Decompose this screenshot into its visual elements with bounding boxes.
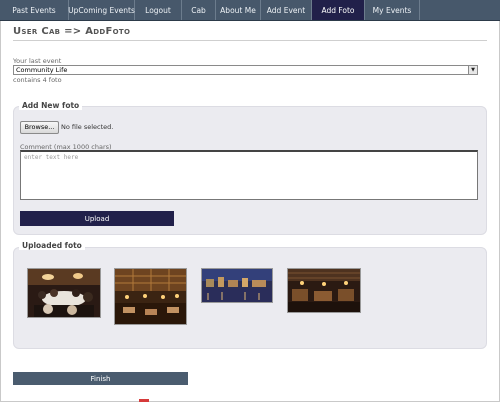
restaurant-photo-image <box>115 269 186 324</box>
nav-add-event[interactable]: Add Event <box>261 0 312 20</box>
title-divider <box>13 40 487 41</box>
comment-textarea[interactable]: enter text here <box>20 150 478 200</box>
add-photo-legend: Add New foto <box>19 101 83 110</box>
event-select-label: Your last event <box>13 57 62 65</box>
chevron-down-icon[interactable]: ▼ <box>468 66 477 74</box>
uploaded-photos-legend: Uploaded foto <box>19 241 85 250</box>
nav-add-foto[interactable]: Add Foto <box>312 0 365 20</box>
browse-button[interactable]: Browse... <box>20 121 59 134</box>
waterfront-photo-image <box>202 269 272 302</box>
dining-room-photo-image <box>288 269 360 312</box>
nav-my-events[interactable]: My Events <box>365 0 420 20</box>
event-select-value: Community Life <box>16 66 68 74</box>
banquet-photo-image <box>28 269 100 317</box>
uploaded-photo-3[interactable] <box>201 268 273 303</box>
nav-about-me[interactable]: About Me <box>216 0 261 20</box>
uploaded-photo-2[interactable] <box>114 268 187 325</box>
event-select[interactable]: Community Life ▼ <box>13 65 478 75</box>
upload-button[interactable]: Upload <box>20 211 174 226</box>
file-status: No file selected. <box>61 123 114 131</box>
top-navigation: Past Events UpComing Events Logout Cab A… <box>0 0 500 21</box>
uploaded-photo-4[interactable] <box>287 268 361 313</box>
page-title: User Cab => AddFoto <box>13 26 131 37</box>
nav-past-events[interactable]: Past Events <box>0 0 69 20</box>
nav-upcoming-events[interactable]: UpComing Events <box>68 0 135 20</box>
finish-button[interactable]: Finish <box>13 372 188 385</box>
nav-cab[interactable]: Cab <box>182 0 216 20</box>
nav-logout[interactable]: Logout <box>135 0 182 20</box>
uploaded-photo-1[interactable] <box>27 268 101 318</box>
event-photo-count: contains 4 foto <box>13 76 62 84</box>
